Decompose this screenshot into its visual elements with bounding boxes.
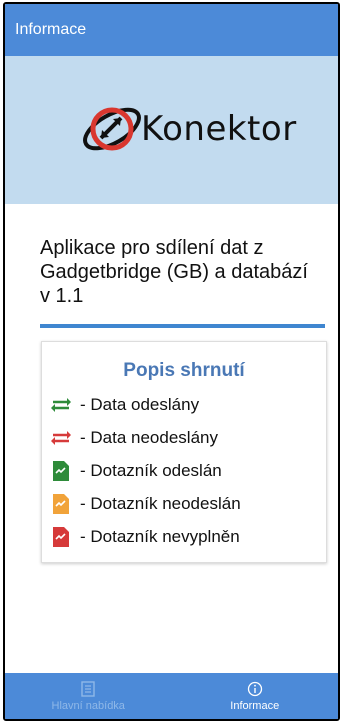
- page-title: Informace: [15, 21, 87, 38]
- info-icon: [247, 681, 262, 696]
- orbit-sync-icon: [83, 107, 141, 151]
- legend-label: - Dotazník neodeslán: [80, 494, 241, 513]
- green-document-icon: [50, 460, 72, 482]
- legend-label: - Dotazník odeslán: [80, 461, 222, 480]
- tab-label: Hlavní nabídka: [51, 699, 125, 712]
- green-arrows-icon: [50, 394, 72, 416]
- legend-item-data-not-sent: - Data neodeslány: [50, 427, 218, 449]
- summary-legend-card: Popis shrnutí - Data odeslány - Data neo…: [41, 341, 327, 563]
- legend-label: - Data neodeslány: [80, 428, 218, 447]
- divider: [40, 324, 325, 328]
- tab-information[interactable]: Informace: [172, 673, 339, 719]
- konektor-logo: Konektor: [77, 94, 297, 164]
- red-arrows-icon: [50, 427, 72, 449]
- bottom-navigation: Hlavní nabídka Informace: [5, 673, 338, 719]
- legend-label: - Data odeslány: [80, 395, 200, 414]
- tab-main-menu[interactable]: Hlavní nabídka: [5, 673, 172, 719]
- logo-text: Konektor: [141, 109, 297, 149]
- legend-item-questionnaire-sent: - Dotazník odeslán: [50, 460, 222, 482]
- phone-screen: Informace Konektor Aplikace pro sdílení …: [3, 2, 340, 721]
- orange-document-icon: [50, 493, 72, 515]
- menu-grid-icon: [81, 680, 95, 697]
- summary-title: Popis shrnutí: [123, 360, 245, 381]
- app-description: Aplikace pro sdílení dat z Gadgetbridge …: [40, 237, 308, 307]
- legend-item-data-sent: - Data odeslány: [50, 394, 199, 416]
- logo-banner: Konektor: [5, 56, 338, 204]
- legend-item-questionnaire-not-sent: - Dotazník neodeslán: [50, 493, 241, 515]
- app-bar: Informace: [5, 4, 338, 56]
- tab-label: Informace: [230, 699, 280, 712]
- legend-label: - Dotazník nevyplněn: [80, 527, 240, 546]
- red-document-icon: [50, 526, 72, 548]
- legend-item-questionnaire-not-filled: - Dotazník nevyplněn: [50, 526, 240, 548]
